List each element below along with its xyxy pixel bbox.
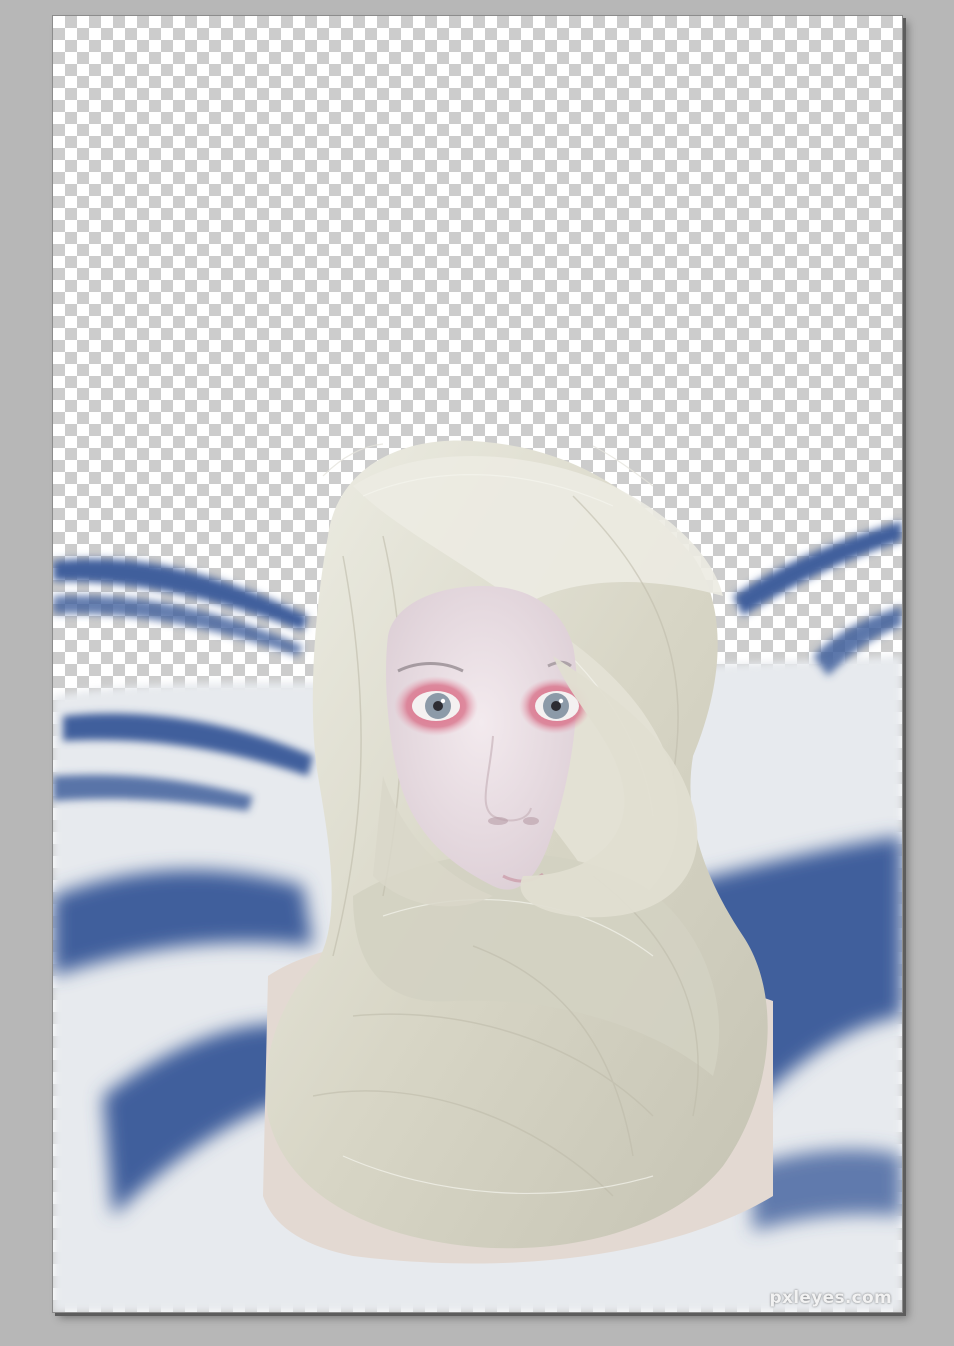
workspace-background: pxleyes.com (0, 0, 954, 1346)
watermark-text: pxleyes.com (769, 1288, 892, 1308)
artwork-layers (53, 440, 902, 1312)
document-canvas[interactable]: pxleyes.com (53, 16, 902, 1312)
